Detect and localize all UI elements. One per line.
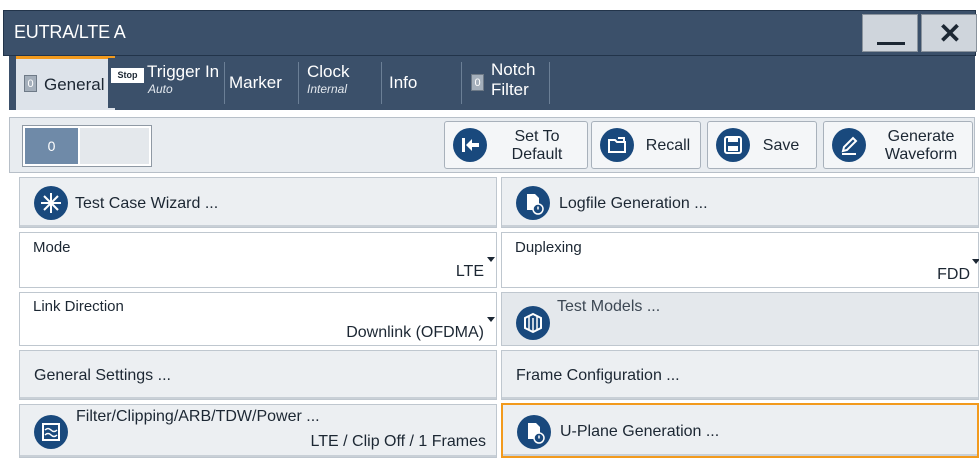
tab-clock[interactable]: Clock Internal (300, 58, 380, 108)
tab-notch-filter-led: 0 (471, 74, 484, 91)
trigger-stop-badge: Stop (111, 68, 144, 83)
tab-info-label: Info (389, 73, 418, 92)
action-toolbar: 0 Set To Default Recall Save Generate Wa… (9, 117, 975, 173)
window-title: EUTRA/LTE A (14, 22, 126, 42)
generate-waveform-button[interactable]: Generate Waveform (823, 121, 973, 169)
pen-icon (832, 128, 866, 162)
close-icon: ✕ (938, 18, 962, 49)
mode-select[interactable]: Mode LTE (19, 232, 497, 288)
minimize-icon (877, 42, 905, 45)
logfile-icon (516, 186, 550, 220)
save-icon (716, 128, 750, 162)
tab-notch-filter-label-1: Notch (491, 60, 536, 79)
state-toggle-value: 0 (25, 128, 78, 164)
wizard-star-icon (34, 186, 68, 220)
eutra-lte-dialog: EUTRA/LTE A ✕ 0 General Stop Trigger In … (0, 0, 979, 461)
tab-clock-sub: Internal (307, 82, 348, 96)
filter-label: Filter/Clipping/ARB/TDW/Power ... (76, 408, 320, 425)
tab-general-label: General (44, 75, 105, 94)
set-to-default-label-1: Set To (514, 128, 560, 145)
tab-separator (549, 62, 550, 104)
logfile-generation-label: Logfile Generation ... (559, 195, 708, 212)
general-settings-button[interactable]: General Settings ... (19, 350, 497, 400)
tab-strip: 0 General Stop Trigger In Auto Marker Cl… (9, 56, 975, 110)
tab-info[interactable]: Info (383, 58, 453, 108)
mode-value: LTE (455, 263, 484, 280)
tab-marker-label: Marker (229, 73, 282, 92)
set-to-default-icon (453, 128, 487, 162)
mode-label: Mode (33, 239, 71, 256)
save-button[interactable]: Save (707, 121, 817, 169)
link-direction-select[interactable]: Link Direction Downlink (OFDMA) (19, 292, 497, 346)
recall-label: Recall (645, 137, 691, 154)
filter-icon (34, 415, 68, 449)
tab-general-led: 0 (24, 75, 37, 92)
tab-separator (224, 62, 225, 104)
filter-clipping-arb-tdw-power-button[interactable]: Filter/Clipping/ARB/TDW/Power ... LTE / … (19, 404, 497, 458)
logfile-generation-button[interactable]: Logfile Generation ... (501, 177, 979, 228)
minimize-button[interactable] (862, 14, 918, 52)
duplexing-value: FDD (937, 266, 970, 283)
tab-separator (298, 62, 299, 104)
set-to-default-label-2: Default (511, 146, 563, 163)
general-settings-label: General Settings ... (34, 367, 171, 384)
u-plane-generation-label: U-Plane Generation ... (560, 423, 720, 440)
title-bar: EUTRA/LTE A ✕ (3, 10, 977, 56)
frame-configuration-label: Frame Configuration ... (516, 367, 680, 384)
dropdown-caret-icon (487, 317, 495, 322)
link-direction-value: Downlink (OFDMA) (346, 324, 484, 341)
tab-notch-filter[interactable]: 0 Notch Filter (463, 58, 547, 108)
link-direction-label: Link Direction (33, 298, 124, 315)
tab-trigger-in-sub: Auto (148, 82, 173, 96)
close-button[interactable]: ✕ (921, 14, 977, 52)
tab-general[interactable]: 0 General (16, 56, 115, 110)
tab-notch-filter-label-2: Filter (491, 80, 529, 99)
dropdown-caret-icon (487, 257, 495, 262)
u-plane-icon (517, 415, 551, 449)
folder-open-icon (600, 128, 634, 162)
test-case-wizard-label: Test Case Wizard ... (75, 195, 219, 212)
duplexing-select[interactable]: Duplexing FDD (501, 232, 979, 288)
tab-marker[interactable]: Marker (226, 58, 296, 108)
state-toggle[interactable]: 0 (22, 125, 152, 167)
cube-icon (516, 306, 550, 340)
generate-waveform-label-2: Waveform (884, 146, 958, 163)
tab-separator (381, 62, 382, 104)
state-toggle-off-area (80, 128, 149, 164)
tab-trigger-in-label: Trigger In (147, 62, 220, 81)
u-plane-generation-button[interactable]: U-Plane Generation ... (501, 403, 979, 458)
save-label: Save (762, 137, 800, 154)
tab-clock-label: Clock (307, 62, 350, 81)
generate-waveform-label-1: Generate (887, 128, 955, 145)
test-models-button[interactable]: Test Models ... (501, 292, 979, 346)
set-to-default-button[interactable]: Set To Default (444, 121, 588, 169)
tab-separator (461, 62, 462, 104)
dropdown-caret-icon (972, 259, 979, 264)
duplexing-label: Duplexing (515, 239, 582, 256)
test-case-wizard-button[interactable]: Test Case Wizard ... (19, 177, 497, 228)
recall-button[interactable]: Recall (591, 121, 701, 169)
tab-trigger-in[interactable]: Stop Trigger In Auto (108, 58, 226, 108)
test-models-label: Test Models ... (557, 298, 661, 315)
frame-configuration-button[interactable]: Frame Configuration ... (501, 350, 979, 400)
filter-summary-value: LTE / Clip Off / 1 Frames (310, 433, 486, 450)
